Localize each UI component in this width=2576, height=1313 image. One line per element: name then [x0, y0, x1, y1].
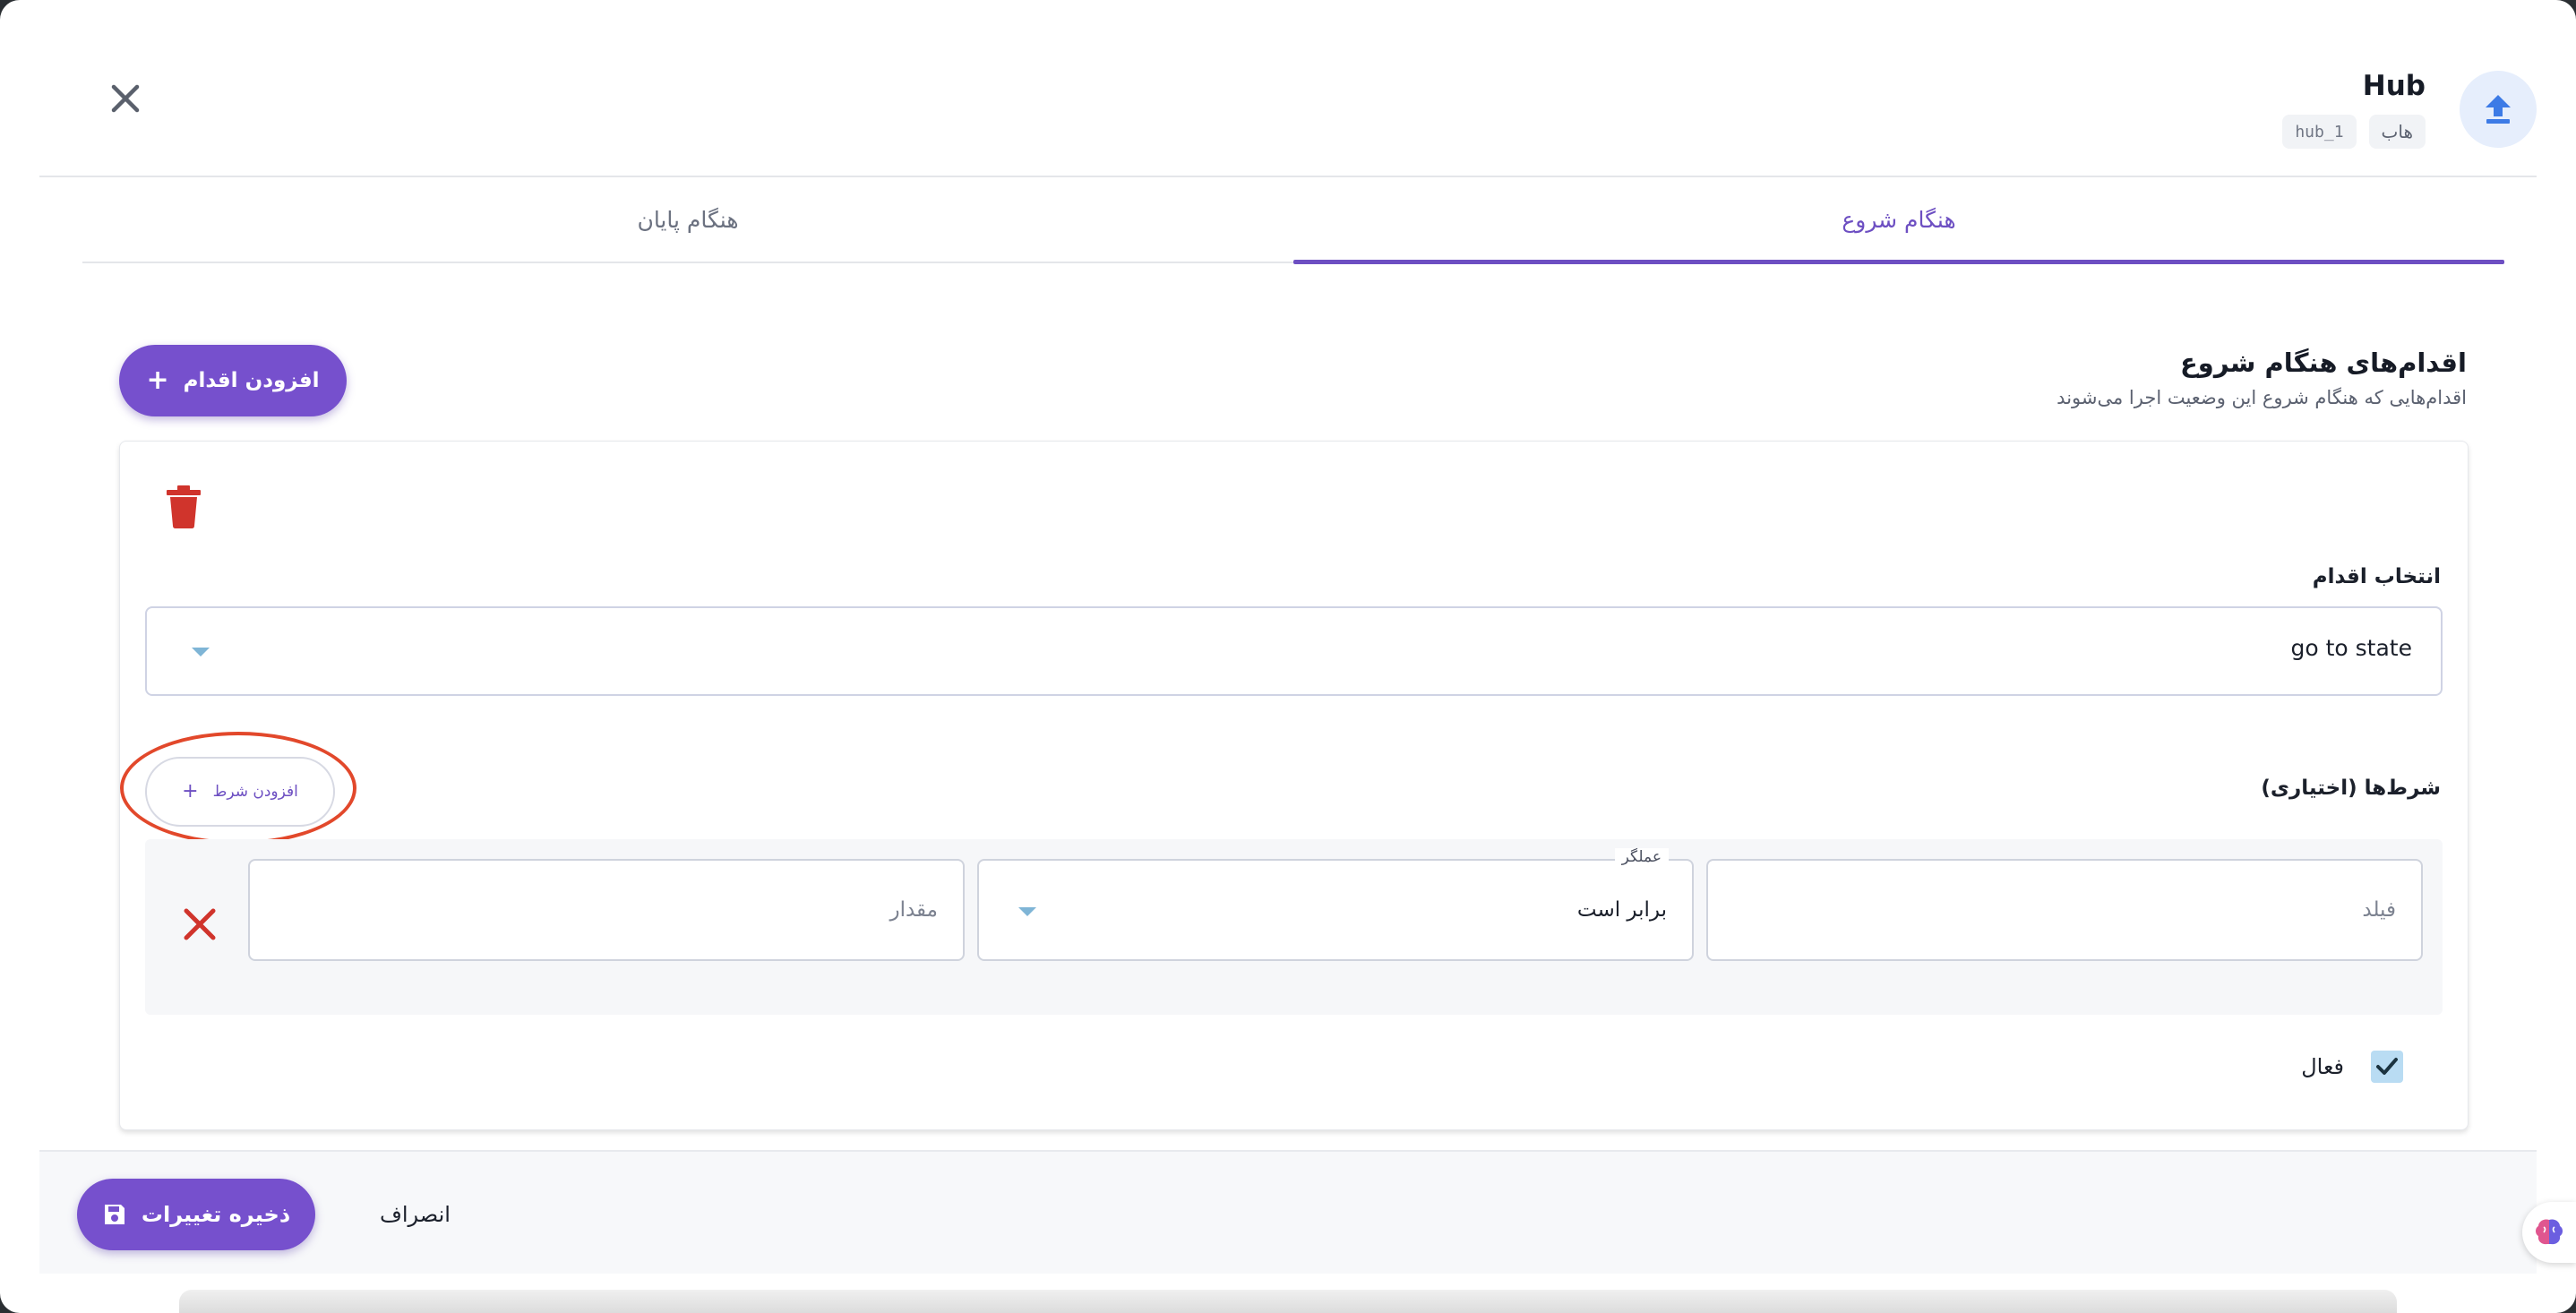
trash-icon	[167, 485, 201, 528]
field-placeholder: فیلد	[2362, 898, 2396, 922]
tab-on-end[interactable]: هنگام پایان	[82, 177, 1293, 262]
active-checkbox[interactable]	[2371, 1051, 2403, 1083]
section-title: اقدام‌های هنگام شروع	[2180, 348, 2467, 378]
chevron-down-icon	[1018, 907, 1036, 916]
dialog-footer: ذخیره تغییرات انصراف	[39, 1150, 2537, 1274]
condition-value-input[interactable]: مقدار	[248, 859, 965, 961]
ai-assistant-button[interactable]	[2522, 1202, 2576, 1263]
add-condition-label: افزودن شرط	[212, 783, 298, 801]
condition-operator-select[interactable]: عملگر برابر است	[977, 848, 1694, 961]
section-subtitle: اقدام‌هایی که هنگام شروع این وضعیت اجرا …	[2057, 387, 2467, 408]
check-icon	[2376, 1058, 2398, 1075]
action-card: انتخاب اقدام go to state شرط‌ها (اختیاری…	[119, 441, 2469, 1130]
brain-icon	[2536, 1219, 2563, 1245]
hub-type-chip: هاب	[2368, 115, 2426, 149]
close-icon	[184, 908, 216, 940]
add-condition-button[interactable]: افزودن شرط +	[145, 757, 335, 827]
hub-chips: هاب hub_1	[2282, 115, 2426, 149]
add-action-label: افزودن اقدام	[183, 369, 320, 392]
delete-action-button[interactable]	[163, 485, 204, 529]
hub-title: Hub	[2362, 70, 2426, 102]
page-edge	[179, 1290, 2397, 1313]
condition-field-input[interactable]: فیلد	[1706, 859, 2423, 961]
plus-icon: +	[182, 780, 199, 802]
hub-avatar	[2460, 71, 2537, 148]
condition-row: فیلد عملگر برابر است مقدار	[145, 839, 2443, 1015]
operator-label: عملگر	[1614, 848, 1669, 866]
dialog-header: Hub هاب hub_1	[39, 0, 2537, 177]
action-select[interactable]: go to state	[145, 606, 2443, 696]
chevron-down-icon	[192, 648, 210, 656]
save-icon	[104, 1205, 125, 1224]
action-select-value: go to state	[2290, 635, 2413, 661]
active-toggle-row: فعال	[2301, 1051, 2403, 1083]
add-action-button[interactable]: افزودن اقدام +	[119, 345, 347, 416]
plus-icon: +	[146, 365, 169, 396]
select-action-label: انتخاب اقدام	[2312, 565, 2441, 588]
cancel-button[interactable]: انصراف	[362, 1188, 468, 1241]
close-button[interactable]	[93, 66, 158, 131]
operator-value: برابر است	[1576, 898, 1667, 922]
tab-on-start[interactable]: هنگام شروع	[1293, 177, 2504, 264]
value-placeholder: مقدار	[889, 898, 938, 922]
conditions-label: شرط‌ها (اختیاری)	[2261, 777, 2441, 800]
remove-condition-button[interactable]	[179, 904, 220, 945]
save-button[interactable]: ذخیره تغییرات	[77, 1179, 315, 1250]
upload-icon	[2486, 95, 2511, 124]
state-actions-dialog: Hub هاب hub_1 هنگام شروع هنگام پایان اقد…	[0, 0, 2576, 1313]
close-icon	[111, 84, 140, 113]
active-label: فعال	[2301, 1054, 2344, 1079]
tab-bar: هنگام شروع هنگام پایان	[82, 177, 2504, 264]
save-label: ذخیره تغییرات	[141, 1202, 291, 1227]
hub-id-chip: hub_1	[2282, 115, 2357, 149]
